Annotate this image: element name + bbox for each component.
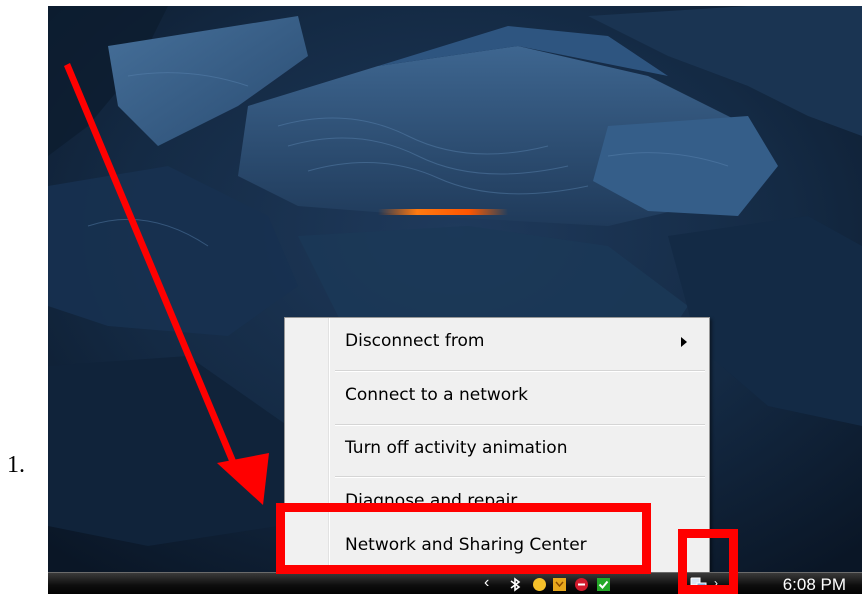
show-hidden-icons-chevron-icon[interactable]: ‹ [484,574,489,592]
taskbar-clock[interactable]: 6:08 PM [783,574,846,594]
menu-item-label: Connect to a network [345,385,529,405]
emoticon-icon[interactable] [532,577,547,592]
menu-item-label: Disconnect from [345,331,485,351]
menu-item-label: Turn off activity animation [345,438,568,458]
checkmark-icon[interactable] [596,577,611,592]
highlight-network-tray-icon [678,529,738,594]
shield-icon[interactable] [552,577,567,592]
menu-item-disconnect-from[interactable]: Disconnect from [285,318,709,370]
menu-item-connect-to-a-network[interactable]: Connect to a network [285,372,709,424]
menu-item-turn-off-activity-animation[interactable]: Turn off activity animation [285,425,709,477]
highlight-network-and-sharing-center [276,503,651,574]
bluetooth-icon[interactable] [508,577,523,592]
step-number: 1. [7,452,25,478]
submenu-arrow-icon [681,337,687,347]
taskbar: ‹ › 6:08 PM [48,572,862,594]
stop-icon[interactable] [574,577,589,592]
tutorial-step: 1. Disconnect from Connect to a network … [0,0,862,594]
